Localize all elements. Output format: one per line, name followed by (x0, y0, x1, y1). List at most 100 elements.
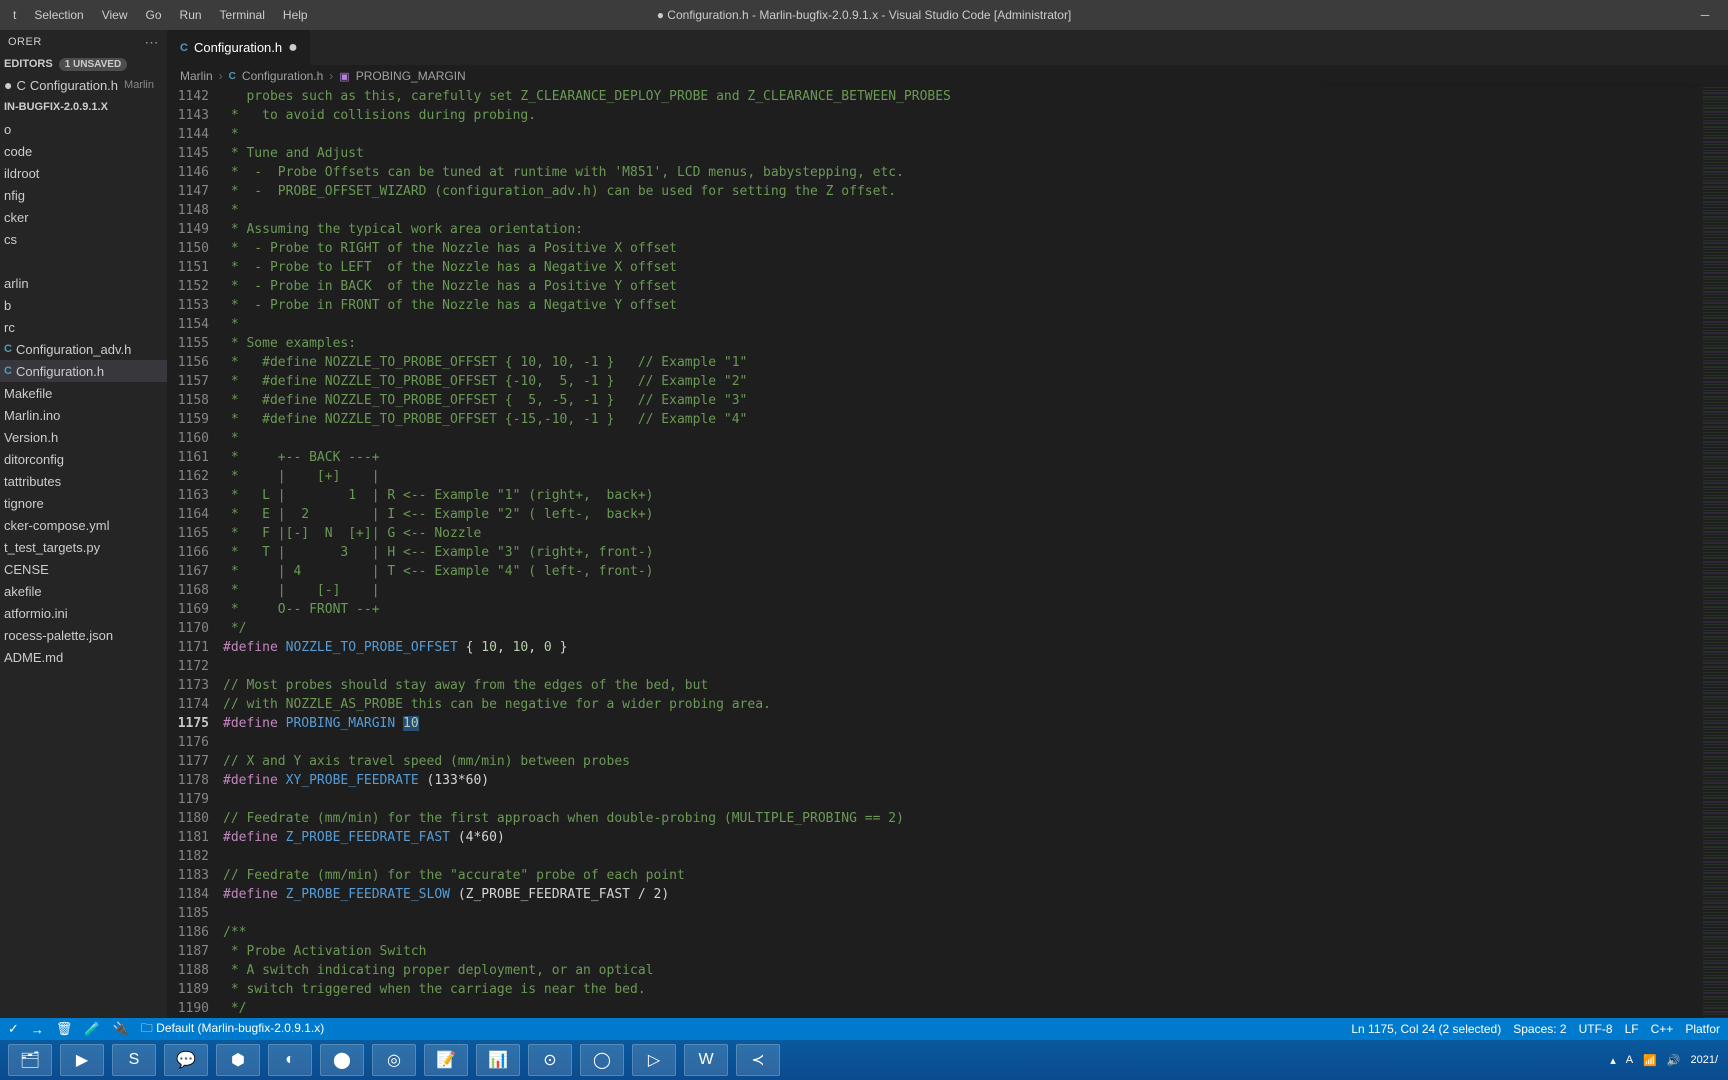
tray-date[interactable]: 2021/ (1690, 1054, 1718, 1066)
line-gutter: 1142114311441145114611471148114911501151… (168, 87, 223, 1018)
editor[interactable]: 1142114311441145114611471148114911501151… (168, 87, 1728, 1018)
tray-lang-icon[interactable]: A (1626, 1054, 1633, 1066)
unsaved-badge: 1 UNSAVED (59, 58, 128, 71)
tab-label: Configuration.h (194, 40, 282, 55)
taskbar-word[interactable]: W (684, 1044, 728, 1076)
menu-run[interactable]: Run (171, 2, 211, 28)
open-editor-item[interactable]: ● C Configuration.h Marlin (0, 74, 167, 96)
platformio-status[interactable]: Platfor (1685, 1022, 1720, 1036)
taskbar-obs[interactable]: ⊙ (528, 1044, 572, 1076)
chevron-right-icon: › (329, 69, 333, 83)
tree-item[interactable]: cs (0, 228, 167, 250)
taskbar-app3[interactable]: ⬤ (320, 1044, 364, 1076)
tree-item[interactable]: code (0, 140, 167, 162)
taskbar-explorer[interactable]: 🗂 (8, 1044, 52, 1076)
tree-item[interactable]: ADME.md (0, 646, 167, 668)
menu-selection[interactable]: Selection (25, 2, 92, 28)
window-title: ● Configuration.h - Marlin-bugfix-2.0.9.… (657, 8, 1072, 22)
chevron-right-icon: › (219, 69, 223, 83)
tree-item[interactable]: cker (0, 206, 167, 228)
taskbar-potplayer[interactable]: ▷ (632, 1044, 676, 1076)
breadcrumb[interactable]: Marlin › C Configuration.h › ▣ PROBING_M… (168, 65, 1728, 87)
indent-setting[interactable]: Spaces: 2 (1513, 1022, 1566, 1036)
code-content[interactable]: probes such as this, carefully set Z_CLE… (223, 87, 1703, 1018)
pio-clean-icon[interactable]: 🗑 (56, 1021, 73, 1037)
menu-help[interactable]: Help (274, 2, 317, 28)
menu-file[interactable]: t (4, 2, 25, 28)
tree-item[interactable] (0, 250, 167, 272)
window-controls: ─ (1682, 0, 1728, 30)
system-tray[interactable]: ▴ A 📶 🔊 2021/ (1610, 1054, 1728, 1067)
open-editor-dir: Marlin (124, 79, 154, 91)
menu-view[interactable]: View (93, 2, 137, 28)
tree-item[interactable]: Makefile (0, 382, 167, 404)
taskbar-app1[interactable]: ⬢ (216, 1044, 260, 1076)
breadcrumb-symbol[interactable]: PROBING_MARGIN (356, 69, 466, 83)
dirty-dot-icon: ● (4, 80, 12, 90)
tree-item[interactable]: rc (0, 316, 167, 338)
tree-item[interactable]: CConfiguration_adv.h (0, 338, 167, 360)
tree-item[interactable]: Marlin.ino (0, 404, 167, 426)
taskbar-wechat[interactable]: 💬 (164, 1044, 208, 1076)
c-file-icon: C (229, 71, 236, 82)
tree-item[interactable]: ditorconfig (0, 448, 167, 470)
cursor-position[interactable]: Ln 1175, Col 24 (2 selected) (1351, 1022, 1501, 1036)
taskbar-excel[interactable]: 📊 (476, 1044, 520, 1076)
folder-header[interactable]: IN-BUGFIX-2.0.9.1.X (0, 96, 167, 118)
taskbar-app2[interactable]: ◐ (268, 1044, 312, 1076)
c-file-icon: C (4, 365, 12, 377)
file-tree: ocodeildrootnfigckercsarlinbrcCConfigura… (0, 118, 167, 668)
explorer-more-icon[interactable]: ⋯ (145, 34, 160, 51)
symbol-icon: ▣ (339, 70, 349, 83)
taskbar-notepad[interactable]: 📝 (424, 1044, 468, 1076)
menu-bar: t Selection View Go Run Terminal Help (4, 2, 317, 28)
tree-item[interactable]: akefile (0, 580, 167, 602)
tree-item[interactable]: CENSE (0, 558, 167, 580)
pio-profile[interactable]: 🗀 Default (Marlin-bugfix-2.0.9.1.x) (141, 1019, 324, 1040)
taskbar-vscode[interactable]: ≺ (736, 1044, 780, 1076)
tree-item[interactable]: CConfiguration.h (0, 360, 167, 382)
menu-terminal[interactable]: Terminal (211, 2, 274, 28)
language-mode[interactable]: C++ (1651, 1022, 1674, 1036)
minimize-button[interactable]: ─ (1682, 0, 1728, 30)
c-file-icon: C (16, 78, 25, 93)
breadcrumb-folder[interactable]: Marlin (180, 69, 213, 83)
encoding[interactable]: UTF-8 (1579, 1022, 1613, 1036)
open-editor-name: Configuration.h (30, 78, 118, 93)
pio-test-icon[interactable]: 🧪 (84, 1021, 100, 1037)
tree-item[interactable]: tattributes (0, 470, 167, 492)
taskbar-app4[interactable]: ◎ (372, 1044, 416, 1076)
menu-go[interactable]: Go (137, 2, 171, 28)
tray-up-icon[interactable]: ▴ (1610, 1054, 1616, 1067)
tree-item[interactable]: ildroot (0, 162, 167, 184)
taskbar-media[interactable]: ▶ (60, 1044, 104, 1076)
pio-build-icon[interactable]: ✓ (8, 1021, 19, 1037)
tree-item[interactable]: o (0, 118, 167, 140)
tray-sound-icon[interactable]: 🔊 (1667, 1054, 1681, 1067)
dirty-dot-icon: ● (288, 43, 298, 53)
tree-item[interactable]: atformio.ini (0, 602, 167, 624)
status-bar: ✓ → 🗑 🧪 🔌 🗀 Default (Marlin-bugfix-2.0.9… (0, 1018, 1728, 1040)
tree-item[interactable]: t_test_targets.py (0, 536, 167, 558)
tree-item[interactable]: Version.h (0, 426, 167, 448)
minimap[interactable] (1703, 87, 1728, 1018)
tree-item[interactable]: nfig (0, 184, 167, 206)
folder-icon: 🗀 (141, 1021, 153, 1035)
taskbar-skype[interactable]: S (112, 1044, 156, 1076)
pio-monitor-icon[interactable]: 🔌 (113, 1021, 129, 1037)
open-editors-section[interactable]: EDITORS 1 UNSAVED (0, 54, 167, 74)
tree-item[interactable]: arlin (0, 272, 167, 294)
tab-configuration-h[interactable]: C Configuration.h ● (168, 30, 311, 65)
explorer-title: ORER (8, 36, 42, 48)
tree-item[interactable]: cker-compose.yml (0, 514, 167, 536)
breadcrumb-file[interactable]: Configuration.h (242, 69, 323, 83)
tree-item[interactable]: b (0, 294, 167, 316)
pio-upload-icon[interactable]: → (31, 1022, 44, 1037)
eol[interactable]: LF (1625, 1022, 1639, 1036)
titlebar: t Selection View Go Run Terminal Help ● … (0, 0, 1728, 30)
tree-item[interactable]: rocess-palette.json (0, 624, 167, 646)
main: ORER ⋯ EDITORS 1 UNSAVED ● C Configurati… (0, 30, 1728, 1018)
tray-network-icon[interactable]: 📶 (1643, 1054, 1657, 1067)
taskbar-chrome[interactable]: ◯ (580, 1044, 624, 1076)
tree-item[interactable]: tignore (0, 492, 167, 514)
